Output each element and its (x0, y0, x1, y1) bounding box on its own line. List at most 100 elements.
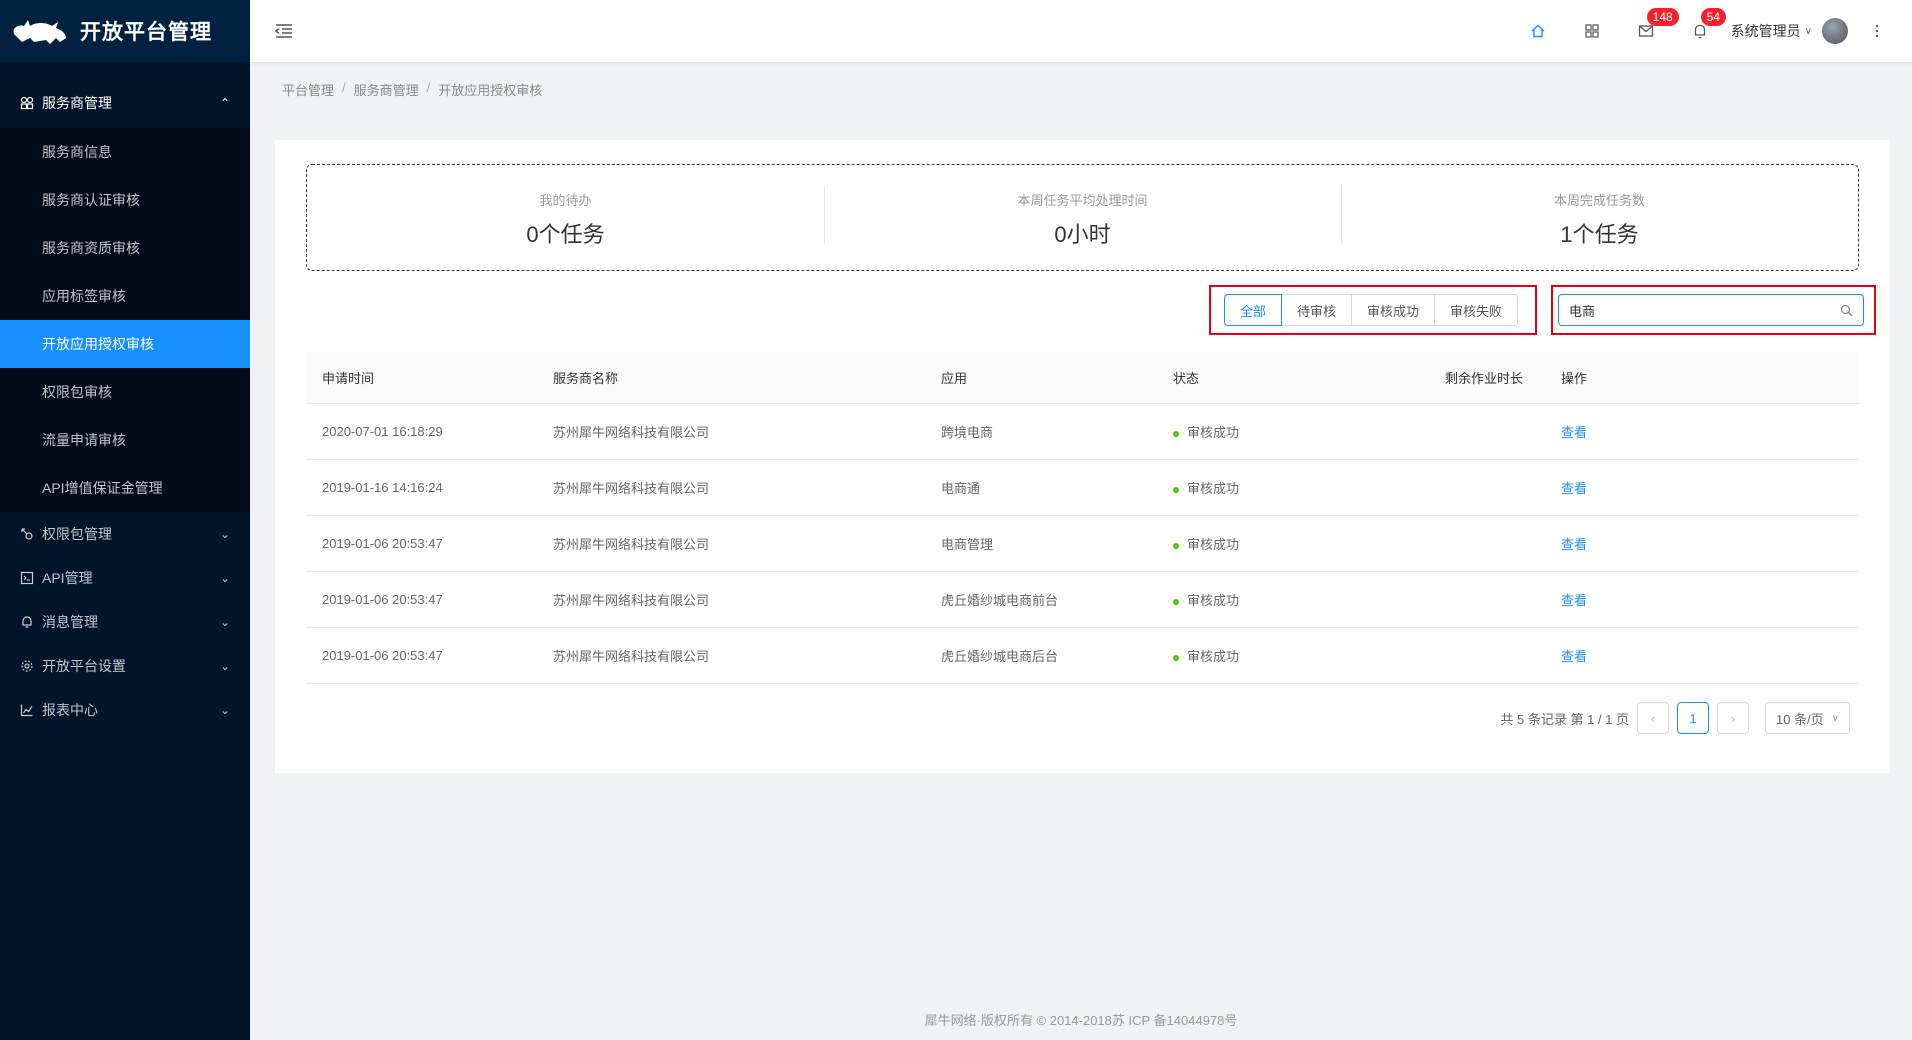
breadcrumb-item[interactable]: 服务商管理 (354, 80, 419, 99)
stat-value: 0个任务 (526, 222, 605, 247)
cell-status: 审核成功 (1157, 422, 1429, 441)
column-header: 操作 (1561, 371, 1588, 386)
view-link[interactable]: 查看 (1561, 593, 1587, 608)
menu-item-api[interactable]: API管理 ⌄ (0, 556, 250, 600)
page-size-select[interactable]: 10 条/页 ∨ (1764, 702, 1850, 734)
stat-value: 0小时 (1054, 222, 1111, 247)
page-button[interactable]: 1 (1676, 702, 1709, 734)
cell-time: 2019-01-06 20:53:47 (322, 592, 443, 607)
next-page-button[interactable]: › (1716, 702, 1749, 734)
column-header: 申请时间 (322, 371, 375, 386)
search-input[interactable] (1569, 302, 1840, 318)
submenu-item-api-deposit[interactable]: API增值保证金管理 (0, 464, 250, 512)
cell-company: 苏州犀牛网络科技有限公司 (553, 425, 710, 440)
menu-item-message[interactable]: 消息管理 ⌄ (0, 600, 250, 644)
cell-action: 查看 (1545, 590, 1859, 609)
chart-icon (20, 703, 34, 717)
status-filter: 全部 待审核 审核成功 审核失败 (1224, 294, 1519, 326)
breadcrumb-item-current: 开放应用授权审核 (438, 83, 543, 98)
chevron-down-icon: ⌄ (219, 615, 230, 629)
menu-item-settings[interactable]: 开放平台设置 ⌄ (0, 644, 250, 688)
prev-page-button[interactable]: ‹ (1636, 702, 1669, 734)
apps-button[interactable] (1565, 0, 1619, 62)
apps-grid-icon (1585, 24, 1599, 38)
breadcrumb-separator: / (426, 80, 431, 95)
status-text: 审核成功 (1187, 649, 1240, 664)
gear-icon (20, 659, 34, 673)
submenu-item-permission-review[interactable]: 权限包审核 (0, 368, 250, 416)
menu-item-label: API管理 (42, 570, 93, 586)
notification-button[interactable]: 54 (1673, 0, 1727, 62)
breadcrumb: 平台管理 / 服务商管理 / 开放应用授权审核 (282, 80, 542, 99)
status-dot-icon (1173, 430, 1179, 437)
view-link[interactable]: 查看 (1561, 425, 1587, 440)
filter-all[interactable]: 全部 (1224, 294, 1283, 326)
cell-app: 电商通 (941, 481, 981, 496)
status-dot-icon (1173, 542, 1179, 549)
column-header: 状态 (1173, 371, 1200, 386)
column-header: 应用 (941, 371, 968, 386)
stat-label: 本周任务平均处理时间 (1017, 193, 1148, 208)
cell-time: 2019-01-16 14:16:24 (322, 480, 443, 495)
filter-success[interactable]: 审核成功 (1351, 294, 1436, 326)
chevron-down-icon: ⌄ (219, 527, 230, 541)
menu-item-label: 开放平台设置 (42, 658, 126, 674)
menu-fold-icon[interactable] (274, 21, 294, 41)
status-filter-highlight: 全部 待审核 审核成功 审核失败 (1209, 285, 1537, 335)
pagination-summary: 共 5 条记录 第 1 / 1 页 (1500, 711, 1629, 727)
cell-company: 苏州犀牛网络科技有限公司 (553, 649, 710, 664)
menu-item-label: 权限包管理 (42, 526, 112, 542)
sidebar: 开放平台管理 服务商管理 ⌃ 服务商信息 服务商认证审核 服务商资质审核 应用标… (0, 0, 250, 1040)
home-button[interactable] (1511, 0, 1565, 62)
avatar[interactable] (1822, 18, 1848, 44)
table-row: 2019-01-06 20:53:47 苏州犀牛网络科技有限公司 电商管理 审核… (306, 516, 1859, 572)
menu-group-service-provider[interactable]: 服务商管理 ⌃ (0, 78, 250, 128)
menu-item-permission-package[interactable]: 权限包管理 ⌄ (0, 512, 250, 556)
submenu-item-traffic-review[interactable]: 流量申请审核 (0, 416, 250, 464)
view-link[interactable]: 查看 (1561, 649, 1587, 664)
cell-app: 虎丘婚纱城电商前台 (941, 593, 1059, 608)
table-row: 2019-01-06 20:53:47 苏州犀牛网络科技有限公司 虎丘婚纱城电商… (306, 572, 1859, 628)
chevron-right-icon: › (1730, 710, 1736, 726)
status-text: 审核成功 (1187, 537, 1240, 552)
rhino-logo-icon (13, 20, 66, 44)
cell-company: 苏州犀牛网络科技有限公司 (553, 537, 710, 552)
header-actions: 148 54 系统管理员 ∨ (1511, 0, 1912, 62)
submenu-item-app-auth-review[interactable]: 开放应用授权审核 (0, 320, 250, 368)
stat-label: 本周完成任务数 (1553, 193, 1645, 208)
submenu-item-provider-info[interactable]: 服务商信息 (0, 128, 250, 176)
filter-failed[interactable]: 审核失败 (1434, 294, 1519, 326)
menu-item-reports[interactable]: 报表中心 ⌄ (0, 688, 250, 732)
submenu-item-qualification-review[interactable]: 服务商资质审核 (0, 224, 250, 272)
chevron-left-icon: ‹ (1650, 710, 1656, 726)
main-card: 我的待办 0个任务 本周任务平均处理时间 0小时 本周完成任务数 1个任务 全部… (275, 140, 1890, 773)
status-text: 审核成功 (1187, 425, 1240, 440)
breadcrumb-item[interactable]: 平台管理 (282, 80, 334, 99)
submenu-item-tag-review[interactable]: 应用标签审核 (0, 272, 250, 320)
mail-button[interactable]: 148 (1619, 0, 1679, 62)
footer-copyright: 犀牛网络·版权所有 © 2014-2018苏 ICP 备14044978号 (924, 1013, 1238, 1028)
view-link[interactable]: 查看 (1561, 481, 1587, 496)
filter-pending[interactable]: 待审核 (1281, 294, 1353, 326)
stat-my-todo: 我的待办 0个任务 (307, 186, 824, 249)
status-text: 审核成功 (1187, 593, 1240, 608)
chevron-down-icon: ⌄ (219, 659, 230, 673)
search-icon[interactable] (1840, 304, 1853, 317)
column-header: 剩余作业时长 (1445, 371, 1524, 386)
user-menu[interactable]: 系统管理员 ∨ (1731, 18, 1848, 44)
home-icon (1531, 24, 1545, 38)
more-vertical-icon[interactable] (1862, 24, 1892, 38)
page-size-value: 10 条/页 (1775, 711, 1824, 727)
chevron-up-icon: ⌃ (219, 96, 230, 110)
submenu-item-cert-review[interactable]: 服务商认证审核 (0, 176, 250, 224)
mail-icon (1638, 25, 1653, 37)
review-table: 申请时间 服务商名称 应用 状态 剩余作业时长 操作 2020-07-01 16… (306, 352, 1859, 684)
column-header: 服务商名称 (553, 371, 619, 386)
menu-item-label: 消息管理 (42, 614, 98, 630)
cell-company: 苏州犀牛网络科技有限公司 (553, 593, 710, 608)
cell-status: 审核成功 (1157, 534, 1429, 553)
cell-app: 电商管理 (941, 537, 994, 552)
search-highlight (1551, 285, 1876, 335)
view-link[interactable]: 查看 (1561, 537, 1587, 552)
logo[interactable]: 开放平台管理 (0, 0, 250, 62)
